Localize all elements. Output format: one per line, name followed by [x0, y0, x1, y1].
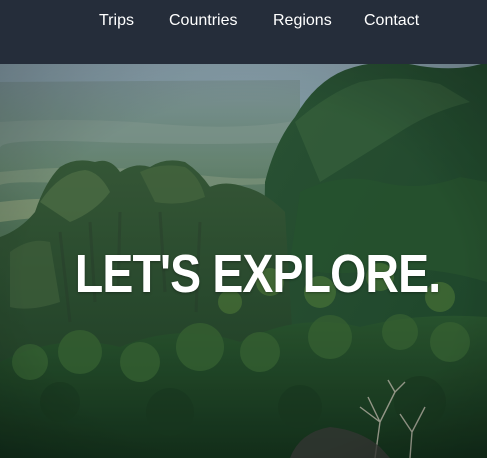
- nav-menu: Trips Countries Regions Contact: [0, 0, 487, 44]
- nav-link-countries[interactable]: Countries: [169, 11, 237, 31]
- hero-title: LET'S EXPLORE.: [74, 244, 441, 304]
- nav-link-trips[interactable]: Trips: [99, 11, 134, 31]
- nav-link-regions[interactable]: Regions: [273, 11, 332, 31]
- hero-section: LET'S EXPLORE.: [0, 62, 487, 458]
- page: Trips Countries Regions Contact LET'S EX…: [0, 0, 487, 458]
- nav-link-contact[interactable]: Contact: [364, 11, 419, 31]
- top-navbar: Trips Countries Regions Contact: [0, 0, 487, 64]
